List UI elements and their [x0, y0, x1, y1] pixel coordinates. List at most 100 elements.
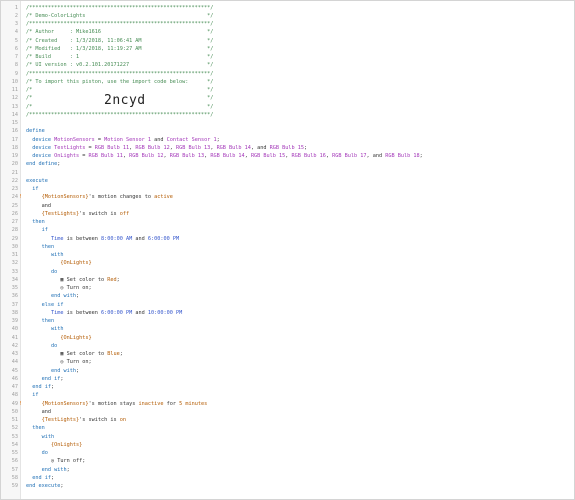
- code-token: {MotionSensors}: [41, 194, 89, 201]
- code-line[interactable]: 39 then: [1, 317, 574, 325]
- code-line[interactable]: 2 /* Demo-ColorLights */: [1, 12, 574, 20]
- code-line[interactable]: 18 device TestLights = RGB Bulb 11, RGB …: [1, 144, 574, 152]
- code-line[interactable]: 50 and: [1, 408, 574, 416]
- code-text: then: [26, 218, 45, 226]
- code-line[interactable]: 48 if: [1, 391, 574, 399]
- line-number: 25: [11, 202, 18, 209]
- code-line[interactable]: 21: [1, 169, 574, 177]
- code-line[interactable]: 24! {MotionSensors}'s motion changes to …: [1, 193, 574, 201]
- code-line[interactable]: 28 if: [1, 226, 574, 234]
- code-token: and: [150, 136, 167, 143]
- code-line[interactable]: 55 do: [1, 449, 574, 457]
- code-line[interactable]: 33 do: [1, 268, 574, 276]
- line-number: 48: [11, 392, 18, 399]
- code-line[interactable]: 56 ◎ Turn off;: [1, 457, 574, 465]
- code-line[interactable]: 31 with: [1, 251, 574, 259]
- code-line[interactable]: 37 else if: [1, 301, 574, 309]
- code-line[interactable]: 12/* */: [1, 94, 574, 102]
- code-token: end if: [32, 474, 51, 481]
- code-line[interactable]: 25 and: [1, 202, 574, 210]
- line-number: 47: [11, 384, 18, 390]
- code-line[interactable]: 7 /* Build : 1 */: [1, 53, 574, 61]
- code-line[interactable]: 8 /* UI version : v0.2.101.20171227 */: [1, 61, 574, 69]
- code-token: {TestLights}: [41, 210, 80, 217]
- line-number: 30: [11, 243, 18, 250]
- code-line[interactable]: 41 {OnLights}: [1, 334, 574, 342]
- code-line[interactable]: 59 end execute;: [1, 482, 574, 490]
- code-token: ;: [60, 483, 64, 489]
- code-line[interactable]: 49! {MotionSensors}'s motion stays inact…: [1, 400, 574, 408]
- code-line[interactable]: 46 end if;: [1, 375, 574, 383]
- code-line[interactable]: 52 then: [1, 424, 574, 432]
- code-line[interactable]: 20 end define;: [1, 160, 574, 168]
- code-line[interactable]: 35 ◎ Turn on;: [1, 284, 574, 292]
- code-text: end if;: [26, 474, 54, 482]
- code-line[interactable]: 17 device MotionSensors = Motion Sensor …: [1, 136, 574, 144]
- code-line[interactable]: 44 ◎ Turn on;: [1, 358, 574, 366]
- code-line[interactable]: 1 /**************************************…: [1, 4, 574, 12]
- line-number: 11: [11, 87, 18, 93]
- code-line[interactable]: 3 /**************************************…: [1, 20, 574, 28]
- code-token: if: [32, 186, 39, 192]
- code-line[interactable]: 11/* */: [1, 86, 574, 94]
- code-line[interactable]: 45 end with;: [1, 367, 574, 375]
- line-number: 20: [11, 161, 18, 168]
- code-token: /***************************************…: [26, 111, 214, 118]
- code-line[interactable]: 54 {OnLights}: [1, 441, 574, 449]
- code-line[interactable]: 16 define: [1, 127, 574, 135]
- code-line[interactable]: 23 if: [1, 185, 574, 193]
- code-editor[interactable]: 1 /**************************************…: [0, 0, 575, 500]
- code-text: /* UI version : v0.2.101.20171227 */: [26, 61, 213, 69]
- code-line[interactable]: 15: [1, 119, 574, 127]
- code-line[interactable]: 14 /*************************************…: [1, 111, 574, 119]
- code-token: end if: [32, 384, 51, 390]
- code-line[interactable]: 27 then: [1, 218, 574, 226]
- code-line[interactable]: 26 {TestLights}'s switch is off: [1, 210, 574, 218]
- code-line[interactable]: 34 ▦ Set color to Red;: [1, 276, 574, 284]
- line-number: 15: [11, 120, 18, 126]
- line-number: 9: [14, 70, 18, 77]
- code-token: ;: [76, 367, 80, 374]
- code-text: /* Created : 1/3/2018, 11:06:41 AM */: [26, 37, 213, 45]
- line-number: 57: [11, 466, 18, 473]
- line-number: 38: [11, 309, 18, 316]
- code-text: ◎ Turn on;: [26, 284, 91, 292]
- code-line[interactable]: 53 with: [1, 433, 574, 441]
- code-line[interactable]: 4 /* Author : Mike1616 */: [1, 28, 574, 36]
- code-line[interactable]: 58 end if;: [1, 474, 574, 482]
- warning-icon[interactable]: !: [19, 400, 22, 408]
- code-line[interactable]: 51 {TestLights}'s switch is on: [1, 416, 574, 424]
- code-line[interactable]: 19 device OnLights = RGB Bulb 11, RGB Bu…: [1, 152, 574, 160]
- code-line[interactable]: 47 end if;: [1, 383, 574, 391]
- code-token: with: [51, 252, 64, 258]
- warning-icon[interactable]: !: [19, 193, 22, 201]
- code-line[interactable]: 40 with: [1, 325, 574, 333]
- code-text: {TestLights}'s switch is on: [26, 416, 126, 424]
- code-line[interactable]: 32 {OnLights}: [1, 259, 574, 267]
- line-number: 4: [14, 29, 18, 36]
- code-line[interactable]: 30 then: [1, 243, 574, 251]
- code-token: /* Modified : 1/3/2018, 11:19:27 AM */: [26, 45, 214, 52]
- code-line[interactable]: 6 /* Modified : 1/3/2018, 11:19:27 AM */: [1, 45, 574, 53]
- line-number: 51: [11, 417, 18, 423]
- code-token: /***************************************…: [26, 4, 214, 11]
- code-line[interactable]: 9 /**************************************…: [1, 70, 574, 78]
- code-line[interactable]: 43 ▦ Set color to Blue;: [1, 350, 574, 358]
- code-line[interactable]: 13/* */: [1, 103, 574, 111]
- code-line[interactable]: 29 Time is between 8:00:00 AM and 6:00:0…: [1, 235, 574, 243]
- code-text: ▦ Set color to Blue;: [26, 350, 122, 358]
- code-token: then: [41, 243, 55, 250]
- code-line[interactable]: 38 Time is between 6:00:00 PM and 10:00:…: [1, 309, 574, 317]
- code-text: /***************************************…: [26, 4, 213, 12]
- code-line[interactable]: 42 do: [1, 342, 574, 350]
- code-line[interactable]: 10 /* To import this piston, use the impo…: [1, 78, 574, 86]
- code-text: do: [26, 342, 57, 350]
- code-line[interactable]: 36 end with;: [1, 292, 574, 300]
- code-text: end with;: [26, 292, 79, 300]
- code-line[interactable]: 22 execute: [1, 177, 574, 185]
- line-number: 37: [11, 301, 18, 308]
- code-line[interactable]: 5 /* Created : 1/3/2018, 11:06:41 AM */: [1, 37, 574, 45]
- code-line[interactable]: 57 end with;: [1, 466, 574, 474]
